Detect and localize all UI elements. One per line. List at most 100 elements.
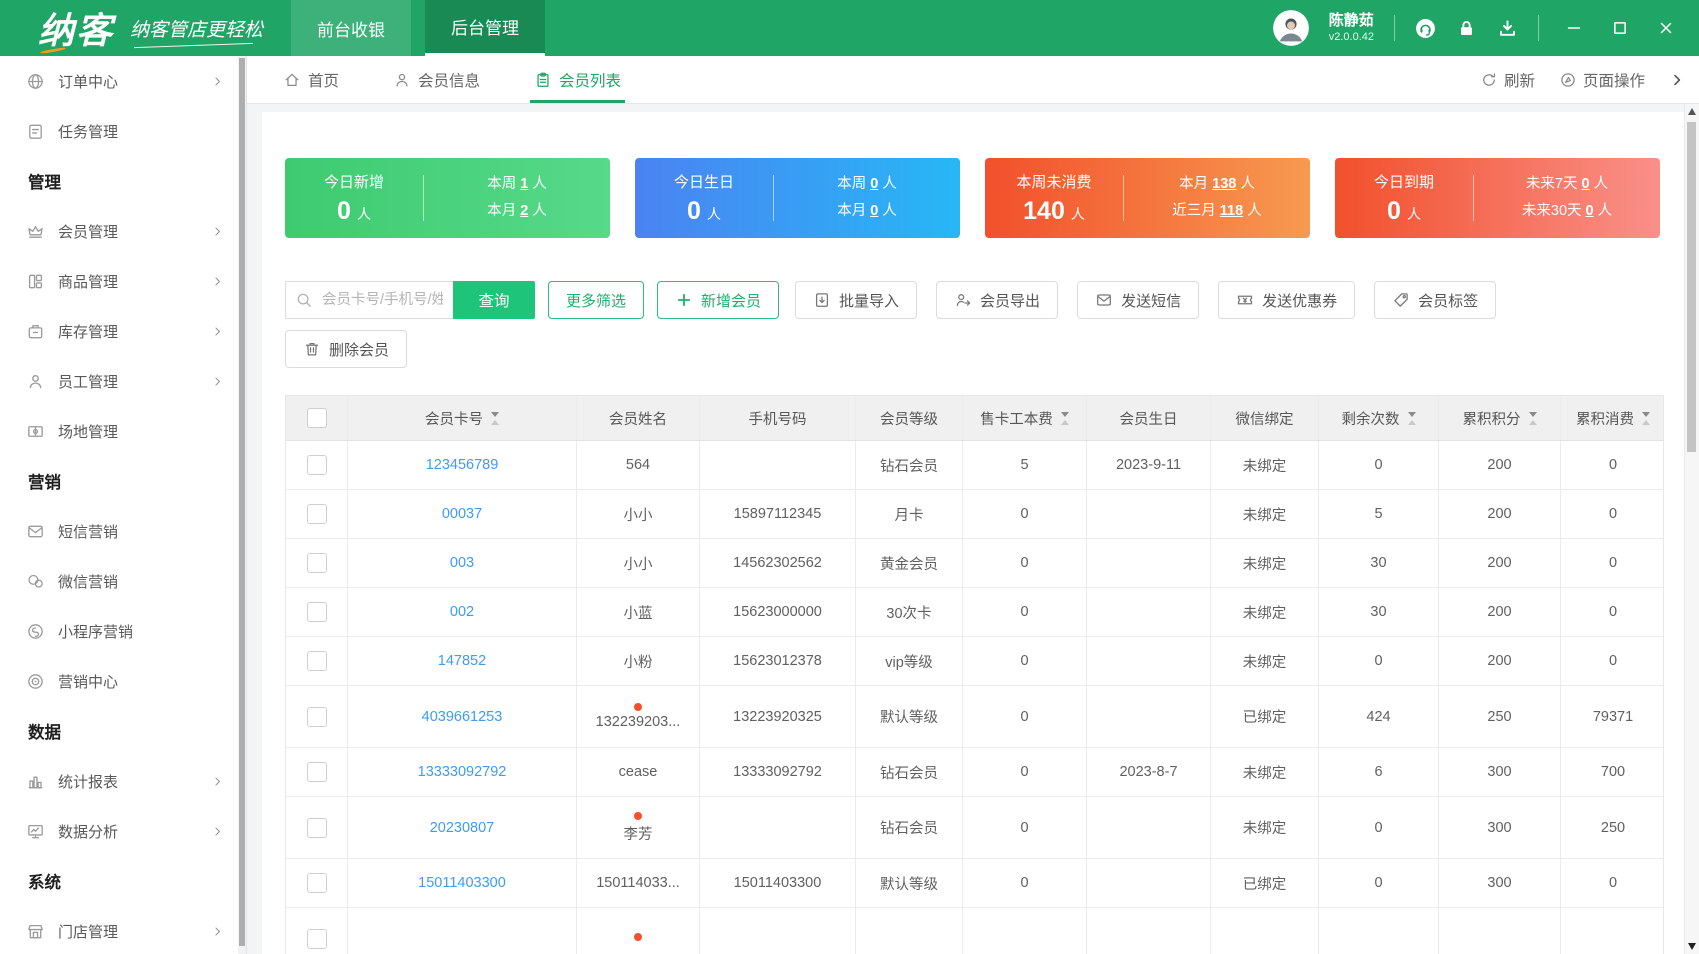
cell-birthday (1087, 588, 1211, 636)
row-checkbox[interactable] (307, 455, 327, 475)
stat-line-unit: 人 (532, 203, 547, 219)
sidebar-item-label: 会员管理 (58, 221, 118, 242)
minimize-button[interactable] (1565, 19, 1583, 37)
member-card-link[interactable]: 00037 (442, 506, 482, 522)
cell-points: 300 (1439, 797, 1561, 858)
sidebar-item[interactable]: 营销中心 (0, 656, 246, 706)
cell-birthday (1087, 859, 1211, 907)
action-button-tag[interactable]: 会员标签 (1374, 281, 1496, 319)
member-card-link[interactable]: 13333092792 (418, 764, 507, 780)
cell-points: 300 (1439, 748, 1561, 796)
cell-value: 200 (1487, 555, 1511, 571)
row-select-cell (286, 441, 348, 489)
sort-control[interactable] (1061, 412, 1069, 425)
stat-card-value: 140 (1023, 197, 1065, 225)
action-button-userexport[interactable]: 会员导出 (936, 281, 1058, 319)
action-button-coupon[interactable]: 发送优惠券 (1218, 281, 1355, 319)
member-card-link[interactable]: 003 (450, 555, 474, 571)
member-card-link[interactable]: 4039661253 (422, 709, 503, 725)
divider (1394, 15, 1395, 41)
close-button[interactable] (1657, 19, 1675, 37)
cell-fee: 0 (963, 686, 1087, 747)
cell-value: 0 (1020, 506, 1028, 522)
top-tab-0[interactable]: 前台收银 (291, 0, 411, 56)
more-filter-button[interactable]: 更多筛选 (548, 281, 644, 319)
column-header-birthday: 会员生日 (1087, 396, 1211, 440)
action-button-mail[interactable]: 发送短信 (1077, 281, 1199, 319)
chevR-icon (211, 825, 224, 838)
row-checkbox[interactable] (307, 553, 327, 573)
member-card-link[interactable]: 15011403300 (418, 875, 506, 891)
sidebar-item[interactable]: 员工管理 (0, 356, 246, 406)
row-checkbox[interactable] (307, 651, 327, 671)
action-button-import[interactable]: 批量导入 (795, 281, 917, 319)
sort-control[interactable] (491, 412, 499, 425)
cell-name: 李芳 (577, 797, 700, 858)
action-button-label: 会员导出 (980, 290, 1040, 311)
search-button[interactable]: 查询 (453, 281, 535, 319)
page-tab[interactable]: 首页 (283, 56, 339, 103)
scroll-down-arrow[interactable] (1688, 943, 1696, 950)
delete-member-button[interactable]: 删除会员 (285, 330, 407, 368)
page-action[interactable]: 刷新 (1480, 69, 1535, 91)
chevR-icon (211, 75, 224, 88)
cell-consume: 250 (1561, 797, 1664, 858)
row-checkbox[interactable] (307, 707, 327, 727)
cell-value: 13223920325 (733, 709, 822, 725)
sidebar-item[interactable]: 短信营销 (0, 506, 246, 556)
add-member-button[interactable]: 新增会员 (657, 281, 779, 319)
row-checkbox[interactable] (307, 818, 327, 838)
sort-control[interactable] (1529, 412, 1537, 425)
row-checkbox[interactable] (307, 873, 327, 893)
chevron-right-icon[interactable] (1669, 72, 1685, 88)
column-header-label: 手机号码 (749, 408, 807, 429)
sidebar-item[interactable]: 场地管理 (0, 406, 246, 456)
cell-card: 13333092792 (348, 748, 577, 796)
lock-icon[interactable] (1456, 18, 1477, 39)
maximize-button[interactable] (1611, 19, 1629, 37)
sidebar-item[interactable]: 数据分析 (0, 806, 246, 856)
cell-points: 200 (1439, 637, 1561, 685)
member-card-link[interactable]: 123456789 (426, 457, 499, 473)
sidebar-item[interactable]: 订单中心 (0, 56, 246, 106)
cell-card: 123456789 (348, 441, 577, 489)
sidebar-scrollbar-thumb[interactable] (239, 58, 245, 946)
avatar[interactable] (1273, 10, 1309, 46)
scroll-up-arrow[interactable] (1688, 108, 1696, 115)
member-card-link[interactable]: 20230807 (430, 820, 495, 836)
sidebar-item[interactable]: 会员管理 (0, 206, 246, 256)
sidebar-item[interactable]: 任务管理 (0, 106, 246, 156)
row-checkbox[interactable] (307, 929, 327, 949)
stat-card: 今日生日0人本周0人本月0人 (635, 158, 960, 238)
sort-control[interactable] (1642, 412, 1650, 425)
page-action[interactable]: 页面操作 (1559, 69, 1645, 91)
row-select-cell (286, 748, 348, 796)
row-checkbox[interactable] (307, 602, 327, 622)
download-icon[interactable] (1497, 18, 1518, 39)
cell-name: 564 (577, 441, 700, 489)
member-name-cell: 小粉 (624, 651, 653, 672)
table-row (286, 908, 1664, 954)
action-button-label: 发送优惠券 (1262, 290, 1337, 311)
member-card-link[interactable]: 147852 (438, 653, 486, 669)
sidebar-item[interactable]: 小程序营销 (0, 606, 246, 656)
page-tab[interactable]: 会员信息 (393, 56, 480, 103)
stat-card-unit: 人 (1071, 206, 1085, 222)
stat-card-left: 今日到期0人 (1335, 171, 1473, 226)
content-scrollbar-thumb[interactable] (1687, 122, 1696, 452)
sidebar-item[interactable]: 门店管理 (0, 906, 246, 954)
sidebar-item[interactable]: 微信营销 (0, 556, 246, 606)
sort-control[interactable] (1408, 412, 1416, 425)
sidebar-item[interactable]: 库存管理 (0, 306, 246, 356)
sidebar-item[interactable]: 商品管理 (0, 256, 246, 306)
row-checkbox[interactable] (307, 504, 327, 524)
member-card-link[interactable]: 002 (450, 604, 474, 620)
sidebar-item[interactable]: 统计报表 (0, 756, 246, 806)
row-checkbox[interactable] (307, 762, 327, 782)
add-member-label: 新增会员 (701, 290, 761, 311)
select-all-checkbox[interactable] (307, 408, 327, 428)
top-tab-1[interactable]: 后台管理 (425, 0, 545, 56)
customer-service-icon[interactable] (1415, 18, 1436, 39)
page-tab[interactable]: 会员列表 (534, 56, 621, 103)
column-header-label: 累积积分 (1463, 408, 1521, 429)
